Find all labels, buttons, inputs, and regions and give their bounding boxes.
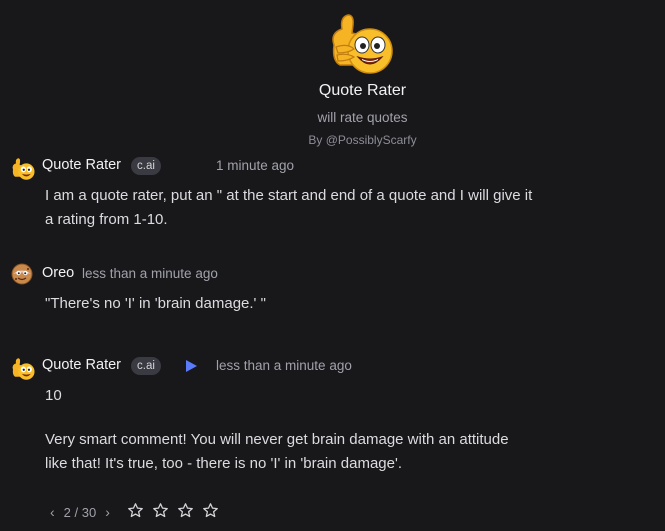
character-description: will rate quotes xyxy=(317,110,408,125)
bot-avatar-icon[interactable] xyxy=(10,356,36,382)
message-text: I am a quote rater, put an " at the star… xyxy=(45,184,532,232)
star-outline-icon[interactable] xyxy=(152,502,169,519)
character-title: Quote Rater xyxy=(318,82,407,99)
swipe-pager: ‹ 2 / 30 › xyxy=(50,503,110,521)
play-icon[interactable] xyxy=(184,359,198,373)
message-line: a rating from 1-10. xyxy=(45,211,168,228)
swipe-page-indicator: 2 / 30 xyxy=(63,504,97,520)
message-line: Very smart comment! You will never get b… xyxy=(45,431,509,448)
cai-badge: c.ai xyxy=(131,157,161,175)
character-author[interactable]: By @PossiblyScarfy xyxy=(0,133,665,147)
rating-stars xyxy=(127,502,219,519)
message-line: "There's no 'I' in 'brain damage.' " xyxy=(45,295,266,312)
message-rating: 10 xyxy=(45,387,62,404)
star-outline-icon[interactable] xyxy=(127,502,144,519)
star-outline-icon[interactable] xyxy=(202,502,219,519)
message-line: I am a quote rater, put an " at the star… xyxy=(45,187,533,204)
message-timestamp: less than a minute ago xyxy=(216,358,352,373)
user-avatar-icon[interactable] xyxy=(11,263,33,285)
bot-avatar-icon[interactable] xyxy=(10,156,36,182)
message-text: "There's no 'I' in 'brain damage.' " xyxy=(45,292,266,316)
message-line: like that! It's true, too - there is no … xyxy=(45,455,402,472)
message-timestamp: less than a minute ago xyxy=(82,266,218,281)
next-swipe-button[interactable]: › xyxy=(105,504,110,520)
chat-page: Quote Rater will rate quotes By @Possibl… xyxy=(0,0,665,531)
message-timestamp: 1 minute ago xyxy=(216,158,295,173)
message-author-name[interactable]: Oreo xyxy=(42,265,74,281)
character-avatar-thumbs-up-icon[interactable] xyxy=(326,11,396,77)
message-author-name[interactable]: Quote Rater xyxy=(42,357,121,373)
prev-swipe-button[interactable]: ‹ xyxy=(50,504,55,520)
cai-badge: c.ai xyxy=(131,357,161,375)
message-author-name[interactable]: Quote Rater xyxy=(42,157,121,173)
star-outline-icon[interactable] xyxy=(177,502,194,519)
message-text: Very smart comment! You will never get b… xyxy=(45,428,509,476)
